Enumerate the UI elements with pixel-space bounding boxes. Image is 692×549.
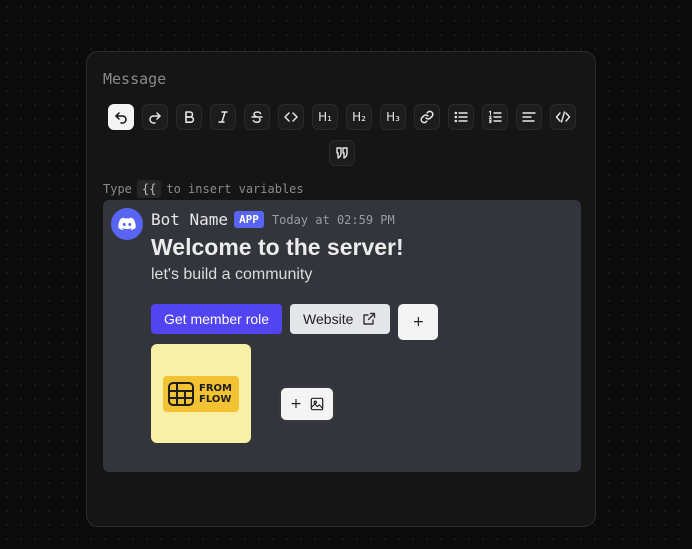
bold-icon [185, 111, 195, 123]
message-label: Message [103, 70, 167, 88]
inline-code-button[interactable] [278, 104, 304, 130]
app-badge: APP [234, 211, 264, 228]
heading-1-icon: H₁ [318, 110, 332, 124]
from-flow-logo: FROM FLOW [163, 375, 239, 412]
message-preview: Bot Name APP Today at 02:59 PM Welcome t… [103, 200, 581, 472]
heading-1-button[interactable]: H₁ [312, 104, 338, 130]
strikethrough-button[interactable] [244, 104, 270, 130]
hint-code: {{ [136, 180, 162, 198]
strikethrough-icon [251, 111, 263, 123]
embed-description[interactable]: let's build a community [151, 266, 312, 284]
code-block-button[interactable] [550, 104, 576, 130]
embed-title[interactable]: Welcome to the server! [151, 234, 404, 261]
bullet-list-button[interactable] [448, 104, 474, 130]
code-icon [284, 112, 298, 122]
add-button[interactable]: + [398, 304, 439, 340]
heading-3-button[interactable]: H₃ [380, 104, 406, 130]
redo-icon [149, 112, 161, 124]
ordered-list-button[interactable] [482, 104, 508, 130]
formatting-toolbar: H₁ H₂ H₃ [103, 104, 581, 166]
heading-2-button[interactable]: H₂ [346, 104, 372, 130]
external-link-icon [363, 312, 376, 325]
quote-icon [336, 147, 348, 159]
message-editor-panel: Message H₁ H₂ H₃ Type {{to insert varia… [86, 51, 596, 527]
add-image-button[interactable]: + [279, 386, 335, 422]
add-button-label: + [412, 314, 425, 330]
image-icon [310, 397, 324, 411]
get-member-role-label: Get member role [164, 311, 270, 327]
align-left-button[interactable] [516, 104, 542, 130]
align-left-icon [522, 112, 536, 122]
bullet-list-icon [454, 111, 468, 123]
redo-button[interactable] [142, 104, 168, 130]
link-button[interactable] [414, 104, 440, 130]
hint-prefix: Type [103, 182, 132, 196]
ordered-list-icon [488, 110, 502, 124]
add-image-label: + [290, 396, 302, 412]
chip-icon [168, 381, 194, 406]
hint-suffix: to insert variables [166, 182, 304, 196]
bot-name: Bot Name [151, 210, 229, 229]
website-button[interactable]: Website [290, 304, 391, 334]
italic-icon [218, 111, 228, 123]
code-block-icon [555, 111, 571, 123]
discord-icon [118, 217, 136, 231]
link-icon [420, 110, 434, 124]
bold-button[interactable] [176, 104, 202, 130]
undo-icon [115, 112, 127, 124]
avatar [111, 208, 143, 240]
undo-button[interactable] [108, 104, 134, 130]
quote-button[interactable] [329, 140, 355, 166]
message-timestamp: Today at 02:59 PM [271, 212, 395, 227]
button-row: Get member role Website + [151, 304, 439, 340]
get-member-role-button[interactable]: Get member role [151, 304, 283, 334]
logo-text: FROM FLOW [199, 382, 232, 405]
variables-hint: Type {{ to insert variables [103, 180, 304, 198]
thumbnail-image[interactable]: FROM FLOW [151, 344, 251, 443]
heading-2-icon: H₂ [352, 110, 366, 124]
heading-3-icon: H₃ [386, 110, 400, 124]
website-label: Website [303, 311, 354, 327]
message-header: Bot Name APP Today at 02:59 PM [151, 210, 395, 229]
italic-button[interactable] [210, 104, 236, 130]
